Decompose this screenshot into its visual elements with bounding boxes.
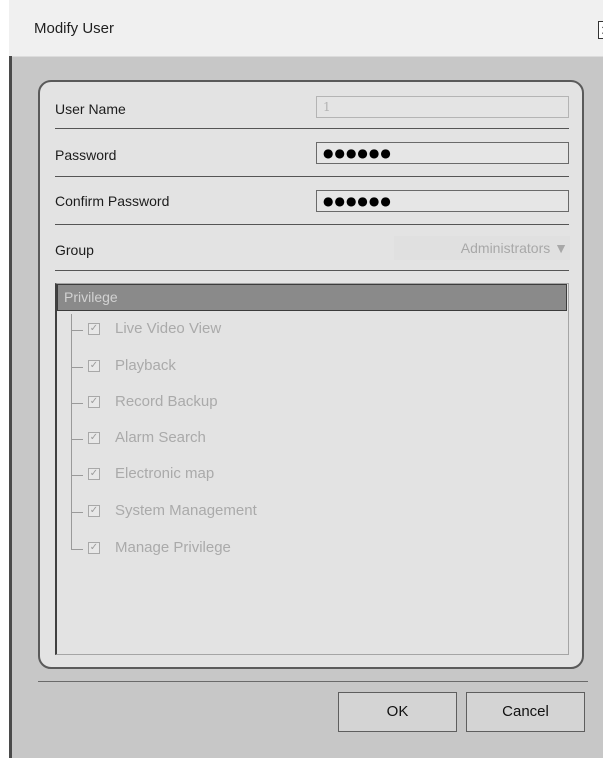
- checkbox-checked-icon: ✓: [88, 505, 100, 517]
- privilege-item-electronic-map: ✓ Electronic map: [57, 464, 457, 486]
- privilege-item-manage-privilege: ✓ Manage Privilege: [57, 538, 457, 560]
- ok-button[interactable]: OK: [338, 692, 457, 732]
- row-divider: [55, 270, 569, 271]
- row-divider: [55, 224, 569, 225]
- tree-branch-line: [71, 549, 83, 550]
- footer-divider: [38, 681, 588, 682]
- close-icon[interactable]: ✕: [598, 21, 603, 39]
- title-bar[interactable]: Modify User ✕: [9, 0, 603, 57]
- privilege-tree: Privilege ✓ Live Video View ✓ Playback ✓…: [55, 283, 569, 655]
- tree-branch-line: [71, 512, 83, 513]
- password-label: Password: [55, 147, 117, 163]
- privilege-header: Privilege: [57, 284, 567, 311]
- checkbox-checked-icon: ✓: [88, 468, 100, 480]
- checkbox-checked-icon: ✓: [88, 432, 100, 444]
- dialog-title: Modify User: [34, 20, 115, 37]
- privilege-item-label: Alarm Search: [115, 429, 206, 446]
- privilege-item-label: Manage Privilege: [115, 539, 231, 556]
- privilege-item-label: Electronic map: [115, 465, 215, 482]
- checkbox-checked-icon: ✓: [88, 323, 100, 335]
- tree-branch-line: [71, 475, 83, 476]
- confirm-password-label: Confirm Password: [55, 193, 170, 209]
- cancel-button[interactable]: Cancel: [466, 692, 585, 732]
- checkbox-checked-icon: ✓: [88, 396, 100, 408]
- password-field[interactable]: ●●●●●●: [316, 142, 569, 164]
- privilege-item-label: System Management: [115, 502, 257, 519]
- privilege-item-label: Record Backup: [115, 393, 218, 410]
- row-divider: [55, 176, 569, 177]
- privilege-item-alarm-search: ✓ Alarm Search: [57, 428, 457, 450]
- privilege-item-system-management: ✓ System Management: [57, 501, 457, 523]
- row-divider: [55, 128, 569, 129]
- privilege-item-label: Playback: [115, 357, 176, 374]
- tree-branch-line: [71, 403, 83, 404]
- privilege-item-playback: ✓ Playback: [57, 356, 457, 378]
- checkbox-checked-icon: ✓: [88, 542, 100, 554]
- checkbox-checked-icon: ✓: [88, 360, 100, 372]
- privilege-item-label: Live Video View: [115, 320, 222, 337]
- username-label: User Name: [55, 101, 126, 117]
- tree-branch-line: [71, 367, 83, 368]
- group-select: Administrators ▼: [394, 236, 570, 260]
- tree-branch-line: [71, 439, 83, 440]
- privilege-item-record-backup: ✓ Record Backup: [57, 392, 457, 414]
- privilege-item-live-video-view: ✓ Live Video View: [57, 319, 457, 341]
- group-label: Group: [55, 242, 94, 258]
- tree-branch-line: [71, 330, 83, 331]
- confirm-password-field[interactable]: ●●●●●●: [316, 190, 569, 212]
- username-field: 1: [316, 96, 569, 118]
